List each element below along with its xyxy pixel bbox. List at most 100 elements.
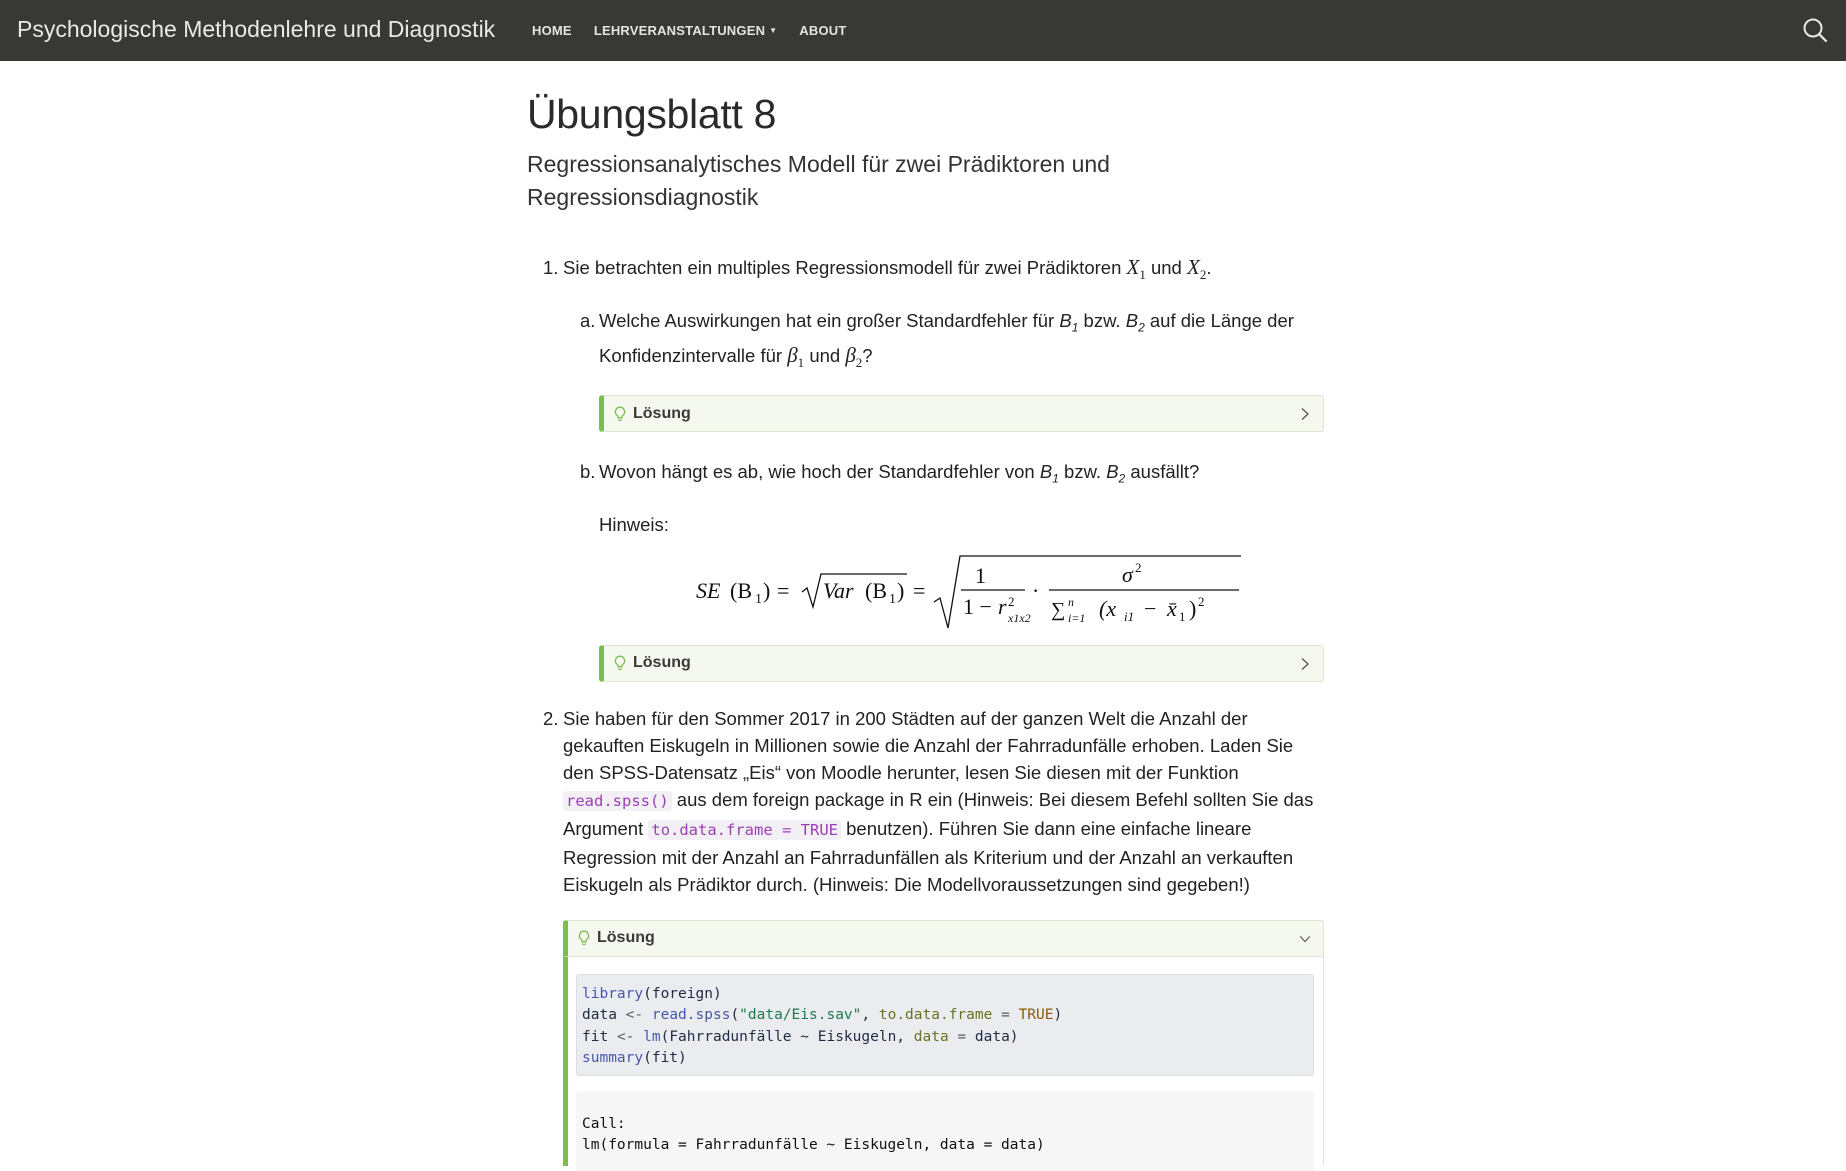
nav-about[interactable]: ABOUT [799, 23, 846, 38]
solution-callout-2[interactable]: Lösung [563, 919, 1324, 957]
main-content: Übungsblatt 8 Regressionsanalytisches Mo… [527, 61, 1324, 1171]
math-symbol: X [1186, 255, 1200, 279]
formula-superscript: 2 [1135, 560, 1142, 575]
inline-code: to.data.frame = TRUE [648, 819, 841, 840]
question-text: ? [862, 344, 873, 366]
math-symbol: X [1126, 255, 1140, 279]
output-block: Call: lm(formula = Fahrradunfälle ~ Eisk… [576, 1090, 1314, 1171]
formula-denominator: 1 − [963, 594, 992, 619]
formula-superscript: 2 [1198, 594, 1205, 609]
formula-subscript: 1 [889, 592, 896, 607]
question-number: 2. [543, 707, 559, 729]
code-token: library [582, 985, 644, 1002]
code-token: ) [1053, 1007, 1063, 1024]
question-text: Sie betrachten ein multiples Regressions… [563, 257, 1122, 278]
math-subscript: 1 [1139, 267, 1146, 283]
math-subscript: 1 [1052, 471, 1059, 486]
caret-down-icon: ▼ [769, 26, 778, 35]
code-token: lm [634, 1028, 661, 1045]
solution-callout-1b[interactable]: Lösung [599, 644, 1324, 682]
formula-equals: = [913, 578, 925, 603]
question-text: Wovon hängt es ab, wie hoch der Standard… [599, 461, 1035, 483]
inline-code: read.spss() [563, 790, 672, 811]
formula-subscript: x1x2 [1007, 611, 1031, 625]
formula-subscript: i1 [1124, 609, 1134, 624]
question-text: und [1150, 257, 1182, 278]
code-token: to.data.frame [878, 1007, 993, 1024]
code-token: data [582, 1007, 626, 1024]
search-icon[interactable] [1802, 17, 1828, 43]
formula-paren: ) [897, 578, 904, 603]
math-symbol: B [1106, 461, 1119, 483]
code-token: fit [582, 1028, 617, 1045]
navbar: Psychologische Methodenlehre und Diagnos… [0, 0, 1846, 61]
question-1b: b. Wovon hängt es ab, wie hoch der Stand… [527, 458, 1324, 493]
solution-label: Lösung [597, 929, 655, 947]
math-x2: X2 [1186, 255, 1206, 282]
math-symbol: β [787, 342, 798, 367]
formula-var: Var [823, 578, 854, 603]
chevron-right-icon[interactable] [1299, 657, 1311, 671]
chevron-down-icon[interactable] [1299, 932, 1311, 946]
se-formula: SE (B 1 ) = Var (B 1 ) = 1 1 − r 2 x1x2 … [696, 555, 1241, 628]
formula-xbar: x̄ [1166, 596, 1177, 621]
lightbulb-icon [614, 655, 626, 671]
math-x1: X1 [1126, 255, 1146, 283]
code-token: TRUE [1018, 1007, 1054, 1024]
code-token: (Fahrradunfälle ~ Eiskugeln, [660, 1028, 914, 1045]
output-line: lm(formula = Fahrradunfälle ~ Eiskugeln,… [582, 1137, 1045, 1154]
code-token: (fit) [643, 1050, 687, 1067]
question-letter: a. [580, 310, 596, 332]
site-brand[interactable]: Psychologische Methodenlehre und Diagnos… [17, 16, 495, 43]
lightbulb-icon [578, 930, 590, 946]
math-subscript: 2 [1138, 320, 1145, 335]
formula-equals: = [777, 578, 789, 603]
page-subtitle: Regressionsanalytisches Modell für zwei … [527, 151, 1110, 210]
formula-paren: (B [865, 578, 887, 603]
formula-sum: ∑ [1051, 599, 1065, 621]
formula-subscript: 1 [755, 592, 762, 607]
formula-paren: (B [730, 578, 752, 603]
question-text: und [809, 344, 841, 366]
math-b1: B1 [1059, 310, 1078, 335]
code-token: "data/Eis.sav" [739, 1007, 862, 1024]
math-beta1: β1 [787, 342, 805, 371]
nav-lehrveranstaltungen[interactable]: LEHRVERANSTALTUNGEN ▼ [594, 23, 777, 38]
formula-minus: − [1144, 596, 1156, 621]
math-subscript: 2 [1118, 471, 1126, 486]
code-token: (foreign) [643, 985, 722, 1002]
question-2: 2. Sie haben für den Sommer 2017 in 200 … [527, 705, 1324, 898]
code-token: ( [730, 1007, 740, 1024]
solution-label: Lösung [633, 404, 691, 422]
nav-home[interactable]: HOME [532, 23, 572, 38]
solution-body: library(foreign) data <- read.spss("data… [563, 956, 1324, 1171]
code-block: library(foreign) data <- read.spss("data… [576, 973, 1314, 1076]
question-text: bzw. [1064, 461, 1102, 483]
question-number: 1. [543, 257, 559, 278]
math-subscript: 1 [1071, 320, 1079, 335]
code-token: = [948, 1028, 975, 1045]
math-b2: B2 [1125, 310, 1145, 335]
code-token: data [913, 1028, 949, 1045]
question-1a: a. Welche Auswirkungen hat ein großer St… [527, 307, 1324, 376]
page-title: Übungsblatt 8 [527, 91, 777, 137]
formula-paren: ) [763, 578, 770, 603]
code-token: summary [582, 1050, 644, 1067]
hint-label: Hinweis: [599, 513, 669, 535]
question-text: . [1206, 257, 1212, 278]
math-symbol: β [845, 342, 856, 367]
chevron-right-icon[interactable] [1299, 407, 1311, 421]
math-subscript: 1 [797, 355, 805, 371]
code-token: <- [616, 1028, 635, 1045]
formula-paren: ) [1189, 596, 1196, 621]
question-text: bzw. [1083, 310, 1121, 332]
formula-subscript: i=1 [1068, 611, 1085, 625]
question-1: 1. Sie betrachten ein multiples Regressi… [527, 254, 1324, 288]
nav-lehrveranstaltungen-label: LEHRVERANSTALTUNGEN [593, 23, 766, 38]
math-b2: B2 [1106, 461, 1125, 486]
formula-superscript: n [1068, 595, 1074, 609]
formula-se: SE [696, 578, 721, 603]
formula-paren: (x [1099, 596, 1116, 621]
math-symbol: B [1125, 310, 1139, 332]
solution-callout-1a[interactable]: Lösung [599, 395, 1324, 433]
